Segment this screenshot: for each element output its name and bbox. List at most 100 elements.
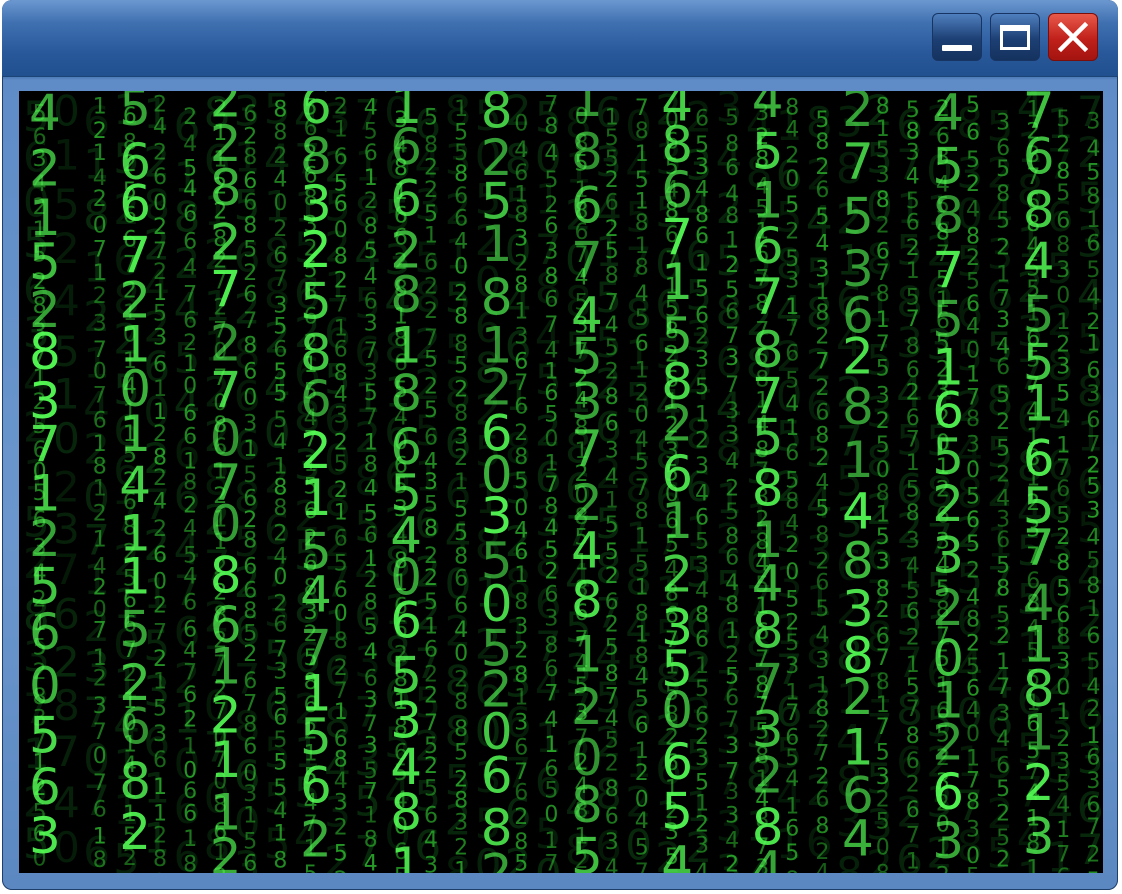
rain-glyph: 5 — [153, 696, 167, 721]
rain-glyph: 3 — [153, 326, 167, 351]
rain-glyph: 4 — [785, 392, 799, 417]
rain-glyph: 2 — [1023, 754, 1055, 812]
rain-glyph: 2 — [661, 546, 693, 604]
rain-glyph: 3 — [695, 155, 709, 180]
rain-glyph: 1 — [842, 431, 874, 489]
rain-glyph: 2 — [93, 502, 107, 527]
rain-glyph: 8 — [364, 591, 378, 616]
maximize-button[interactable] — [990, 13, 1040, 61]
rain-glyph: 2 — [424, 754, 438, 779]
minimize-button[interactable] — [932, 13, 982, 61]
rain-glyph: 6 — [243, 851, 257, 873]
rain-glyph: 6 — [364, 523, 378, 548]
rain-glyph: 1 — [695, 251, 709, 276]
rain-glyph: 6 — [119, 698, 151, 756]
rain-glyph: 2 — [424, 274, 438, 299]
rain-glyph: 5 — [29, 707, 61, 765]
rain-glyph: 3 — [1056, 258, 1070, 283]
rain-glyph: 8 — [635, 500, 649, 525]
rain-glyph: 3 — [424, 854, 438, 873]
rain-glyph: 2 — [932, 475, 964, 533]
rain-glyph: 5 — [842, 187, 874, 245]
rain-glyph: 5 — [1086, 160, 1100, 185]
rain-glyph: 5 — [966, 148, 980, 173]
rain-glyph: 8 — [390, 266, 422, 324]
rain-glyph: 3 — [605, 439, 619, 464]
rain-glyph: 8 — [514, 273, 528, 298]
rain-glyph: 1 — [364, 166, 378, 191]
rain-glyph: 7 — [605, 290, 619, 315]
rain-glyph: 6 — [153, 748, 167, 773]
rain-glyph: 8 — [243, 213, 257, 238]
rain-glyph: 1 — [119, 405, 151, 463]
rain-glyph: 6 — [424, 251, 438, 276]
rain-glyph: 4 — [1056, 407, 1070, 432]
rain-glyph: 8 — [183, 852, 197, 873]
rain-glyph: 0 — [1056, 676, 1070, 701]
close-button[interactable] — [1048, 13, 1098, 61]
rain-glyph: 2 — [364, 568, 378, 593]
rain-glyph: 5 — [605, 336, 619, 361]
rain-glyph: 5 — [571, 828, 603, 874]
title-bar[interactable] — [2, 0, 1118, 77]
rain-glyph: 1 — [906, 259, 920, 284]
rain-glyph: 4 — [454, 230, 468, 255]
rain-glyph: 8 — [1056, 625, 1070, 650]
rain-glyph: 1 — [996, 650, 1010, 675]
rain-glyph: 1 — [514, 563, 528, 588]
rain-glyph: 4 — [605, 313, 619, 338]
close-icon — [1057, 21, 1089, 53]
rain-glyph: 2 — [815, 764, 829, 789]
rain-glyph: 1 — [514, 686, 528, 711]
rain-glyph: 8 — [243, 333, 257, 358]
rain-glyph: 8 — [605, 385, 619, 410]
rain-glyph: 4 — [906, 165, 920, 190]
rain-glyph: 6 — [273, 244, 287, 269]
rain-glyph: 8 — [454, 402, 468, 427]
rain-glyph: 1 — [1056, 818, 1070, 843]
rain-glyph: 5 — [424, 777, 438, 802]
rain-glyph: 2 — [514, 421, 528, 446]
rain-glyph: 6 — [906, 358, 920, 383]
rain-glyph: 3 — [785, 269, 799, 294]
rain-glyph: 8 — [996, 577, 1010, 602]
rain-glyph: 1 — [243, 437, 257, 462]
rain-glyph: 8 — [725, 593, 739, 618]
rain-glyph: 2 — [153, 141, 167, 166]
rain-glyph: 8 — [1056, 233, 1070, 258]
rain-glyph: 1 — [454, 470, 468, 495]
rain-glyph: 3 — [153, 722, 167, 747]
rain-glyph: 3 — [1056, 355, 1070, 380]
rain-glyph: 2 — [424, 178, 438, 203]
rain-glyph: 7 — [785, 317, 799, 342]
rain-glyph: 5 — [454, 741, 468, 766]
rain-glyph: 8 — [996, 182, 1010, 207]
rain-glyph: 7 — [785, 701, 799, 726]
rain-glyph: 8 — [605, 662, 619, 687]
rain-glyph: 0 — [966, 339, 980, 364]
rain-glyph: 3 — [725, 734, 739, 759]
rain-glyph: 6 — [514, 540, 528, 565]
rain-glyph: 8 — [514, 663, 528, 688]
rain-glyph: 6 — [183, 401, 197, 426]
rain-glyph: 5 — [243, 237, 257, 262]
rain-glyph: 0 — [454, 255, 468, 280]
rain-glyph: 6 — [334, 527, 348, 552]
rain-glyph: 2 — [1056, 525, 1070, 550]
rain-glyph: 8 — [454, 690, 468, 715]
rain-glyph: 6 — [785, 341, 799, 366]
rain-glyph: 6 — [183, 425, 197, 450]
rain-glyph: 4 — [153, 114, 167, 139]
rain-glyph: 1 — [1056, 700, 1070, 725]
rain-glyph: 4 — [364, 640, 378, 665]
rain-glyph: 5 — [1086, 475, 1100, 500]
rain-glyph: 8 — [153, 847, 167, 872]
rain-glyph: 7 — [876, 715, 890, 740]
rain-glyph: 5 — [1086, 650, 1100, 675]
rain-glyph: 7 — [876, 332, 890, 357]
rain-glyph: 6 — [273, 338, 287, 363]
rain-glyph: 6 — [695, 224, 709, 249]
rain-glyph: 7 — [876, 646, 890, 671]
rain-glyph: 6 — [243, 191, 257, 216]
rain-glyph: 5 — [1086, 869, 1100, 873]
